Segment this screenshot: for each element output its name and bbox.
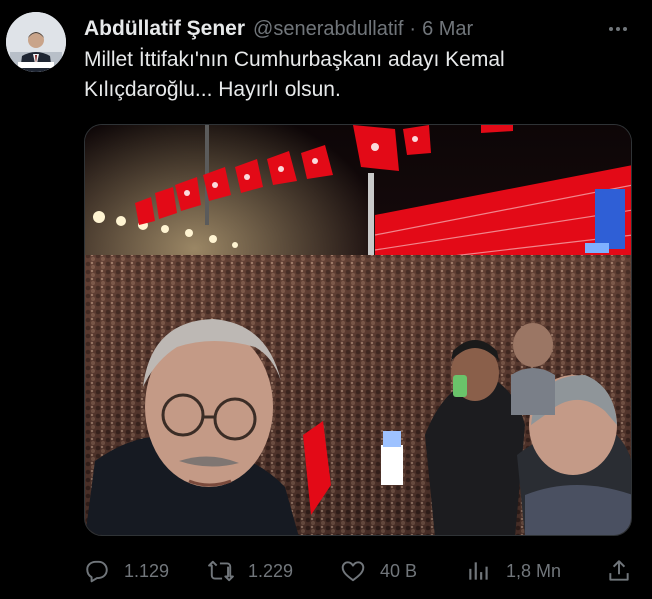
views-bar-chart-icon xyxy=(466,558,492,584)
like-count: 40 B xyxy=(380,560,418,581)
retweet-button[interactable]: 1.229 xyxy=(208,552,293,590)
views-button[interactable]: 1,8 Mn xyxy=(466,552,561,590)
tweet-actions: 1.129 1.229 40 B 1,8 Mn xyxy=(84,552,640,590)
like-button[interactable]: 40 B xyxy=(340,552,417,590)
tweet-header: Abdüllatif Şener @senerabdullatif · 6 Ma… xyxy=(84,14,638,44)
heart-icon xyxy=(340,558,366,584)
tweet-text-line: Kılıçdaroğlu... Hayırlı olsun. xyxy=(84,78,341,101)
tweet-date[interactable]: 6 Mar xyxy=(422,18,473,41)
tweet-text-line: Millet İttifakı'nın Cumhurbaşkanı adayı … xyxy=(84,48,505,71)
retweet-count: 1.229 xyxy=(248,560,294,581)
reply-button[interactable]: 1.129 xyxy=(84,552,169,590)
retweet-icon xyxy=(208,558,234,584)
share-button[interactable] xyxy=(606,552,632,590)
author-handle[interactable]: @senerabdullatif xyxy=(253,18,403,41)
views-count: 1,8 Mn xyxy=(506,560,562,581)
reply-count: 1.129 xyxy=(124,560,170,581)
reply-icon xyxy=(84,558,110,584)
separator-dot: · xyxy=(409,17,417,40)
share-icon xyxy=(606,558,632,584)
tweet-photo[interactable] xyxy=(84,124,632,536)
ellipsis-icon[interactable] xyxy=(604,16,632,42)
avatar[interactable] xyxy=(6,12,66,72)
author-display-name[interactable]: Abdüllatif Şener xyxy=(84,17,245,41)
tweet-text: Millet İttifakı'nın Cumhurbaşkanı adayı … xyxy=(84,45,624,105)
tweet[interactable]: Abdüllatif Şener @senerabdullatif · 6 Ma… xyxy=(0,0,652,599)
